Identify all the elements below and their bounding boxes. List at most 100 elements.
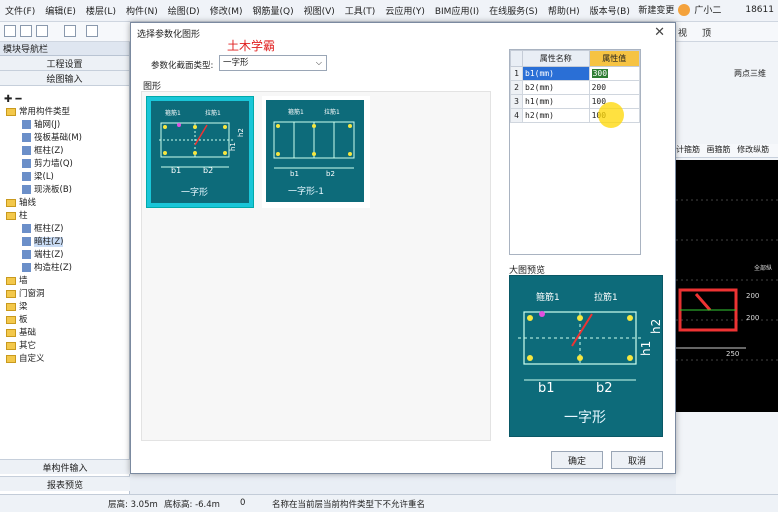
tree-node[interactable]: 剪力墙(Q) [0, 158, 129, 171]
open-icon[interactable] [20, 25, 32, 37]
chevron-down-icon: ⌵ [315, 58, 322, 67]
tree-node-label: 框柱(Z) [34, 146, 64, 156]
menu-item[interactable]: 文件(F) [0, 4, 40, 17]
tree-node[interactable]: 其它 [0, 340, 129, 353]
menu-item[interactable]: 钢筋量(Q) [247, 4, 298, 17]
tree-node[interactable]: 板 [0, 314, 129, 327]
tree-node[interactable]: 暗柱(Z) [0, 236, 129, 249]
new-change-button[interactable]: 新建变更 [638, 3, 674, 16]
component-icon [22, 133, 31, 142]
large-preview: 箍筋1 拉筋1 b1 b2 h1 h2 一字形 [509, 275, 663, 437]
shape-thumb-0[interactable]: 箍筋1 拉筋1 b1 b2 h1 h2 一字形 [146, 96, 254, 208]
cad-canvas[interactable]: 250 200 200 全部纵 [676, 160, 778, 412]
draw-input-button[interactable]: 绘图输入 [0, 71, 129, 86]
close-icon[interactable]: ✕ [654, 25, 665, 40]
tree-node[interactable]: 常用构件类型 [0, 106, 129, 119]
menu-item[interactable]: 编辑(E) [40, 4, 81, 17]
tree-node-label: 自定义 [19, 354, 45, 364]
tree-node-label: 框柱(Z) [34, 224, 64, 234]
tree-node[interactable]: 构造柱(Z) [0, 262, 129, 275]
property-name: h2(mm) [522, 108, 590, 123]
stirrup-label: 箍筋1 [165, 109, 181, 117]
menu-item[interactable]: BIM应用(I) [430, 4, 484, 17]
menu-item[interactable]: 帮助(H) [543, 4, 585, 17]
menu-item[interactable]: 修改(M) [205, 4, 248, 17]
save-icon[interactable] [36, 25, 48, 37]
tree-node-label: 墙 [19, 276, 28, 286]
tree-node-label: 其它 [19, 341, 37, 351]
undo-icon[interactable] [64, 25, 76, 37]
tree-node[interactable]: 筏板基础(M) [0, 132, 129, 145]
menu-item[interactable]: 构件(N) [121, 4, 163, 17]
component-icon [22, 237, 31, 246]
property-value[interactable]: 200 [588, 80, 641, 95]
component-icon [22, 172, 31, 181]
toolbar-top[interactable]: 顶 [702, 26, 711, 39]
right-tabs: 计箍筋 画箍筋 修改纵筋 [676, 144, 778, 158]
tree-toolbar: ✚ ━ [4, 94, 22, 105]
status-message: 名称在当前层当前构件类型下不允许重名 [272, 500, 426, 510]
tree-node[interactable]: 基础 [0, 327, 129, 340]
section-type-value: 一字形 [223, 58, 249, 68]
tree-node[interactable]: 端柱(Z) [0, 249, 129, 262]
tree-node-label: 柱 [19, 211, 28, 221]
tree-node-label: 梁 [19, 302, 28, 312]
tree-node[interactable]: 自定义 [0, 353, 129, 366]
property-value[interactable]: 300 [588, 66, 641, 81]
toolbar-view[interactable]: 视 [678, 26, 687, 39]
tree-node[interactable]: 框柱(Z) [0, 223, 129, 236]
preview-shape-name: 一字形 [564, 410, 606, 426]
preview-h1-label: h1 [639, 341, 653, 356]
menu-item[interactable]: 绘图(D) [163, 4, 205, 17]
shape-thumb-1[interactable]: 箍筋1 拉筋1 b1 b2 一字形-1 [262, 96, 370, 208]
tree-node[interactable]: 柱 [0, 210, 129, 223]
status-bar: 层高: 3.05m 底标高: -6.4m 0 名称在当前层当前构件类型下不允许重… [0, 494, 778, 512]
tree-node[interactable]: 门窗洞 [0, 288, 129, 301]
tab-stirrup-calc[interactable]: 计箍筋 [676, 145, 700, 154]
tree-node[interactable]: 墙 [0, 275, 129, 288]
component-icon [22, 146, 31, 155]
redo-icon[interactable] [86, 25, 98, 37]
menu-item[interactable]: 版本号(B) [585, 4, 635, 17]
user-avatar[interactable] [678, 3, 691, 16]
report-preview-button[interactable]: 报表预览 [0, 476, 130, 491]
preview-tie-label: 拉筋1 [594, 291, 618, 303]
menu-item[interactable]: 在线服务(S) [484, 4, 543, 17]
property-value-edit[interactable]: 300 [591, 69, 609, 78]
new-icon[interactable] [4, 25, 16, 37]
menu-item[interactable]: 云应用(Y) [380, 4, 430, 17]
folder-icon [6, 341, 16, 350]
component-icon [22, 250, 31, 259]
two-point-3d[interactable]: 两点三维 [734, 68, 766, 79]
menu-item[interactable]: 楼层(L) [81, 4, 121, 17]
tree-node-label: 筏板基础(M) [34, 133, 82, 143]
menu-item[interactable]: 工具(T) [340, 4, 381, 17]
tab-draw-stirrup[interactable]: 画箍筋 [707, 145, 731, 154]
bottom-elevation: 底标高: -6.4m [164, 500, 220, 510]
col-property-value: 属性值 [588, 50, 641, 67]
user-name[interactable]: 广小二 [694, 3, 721, 16]
tree-node[interactable]: 梁 [0, 301, 129, 314]
tree-node[interactable]: 框柱(Z) [0, 145, 129, 158]
tree-node[interactable]: 梁(L) [0, 171, 129, 184]
dim-200b: 200 [746, 314, 759, 322]
property-grid: 属性名称 属性值 1 b1(mm) 300 2 b2(mm) 200 3 h1(… [509, 49, 641, 255]
cancel-button[interactable]: 取消 [611, 451, 663, 469]
project-settings-button[interactable]: 工程设置 [0, 56, 129, 71]
tree-node[interactable]: 轴线 [0, 197, 129, 210]
preview-h2-label: h2 [649, 319, 663, 334]
menu-item[interactable]: 视图(V) [299, 4, 340, 17]
table-row[interactable]: 1 b1(mm) 300 [510, 66, 641, 81]
ok-button[interactable]: 确定 [551, 451, 603, 469]
section-type-select[interactable]: 一字形 ⌵ [219, 55, 327, 71]
tree-node[interactable]: 轴网(J) [0, 119, 129, 132]
corner-cell [510, 50, 523, 67]
phone-label[interactable]: 18611 [745, 5, 774, 15]
single-component-button[interactable]: 单构件输入 [0, 459, 130, 474]
tree-node[interactable]: 现浇板(B) [0, 184, 129, 197]
large-preview-diagram: 箍筋1 拉筋1 b1 b2 h1 h2 一字形 [518, 291, 663, 426]
tab-edit-rebar[interactable]: 修改纵筋 [737, 145, 769, 154]
menu-right: 新建变更 广小二 18611 [638, 3, 774, 16]
table-row[interactable]: 2 b2(mm) 200 [510, 80, 641, 95]
shape-yiziform1-diagram: 箍筋1 拉筋1 b1 b2 一字形-1 [273, 108, 355, 197]
